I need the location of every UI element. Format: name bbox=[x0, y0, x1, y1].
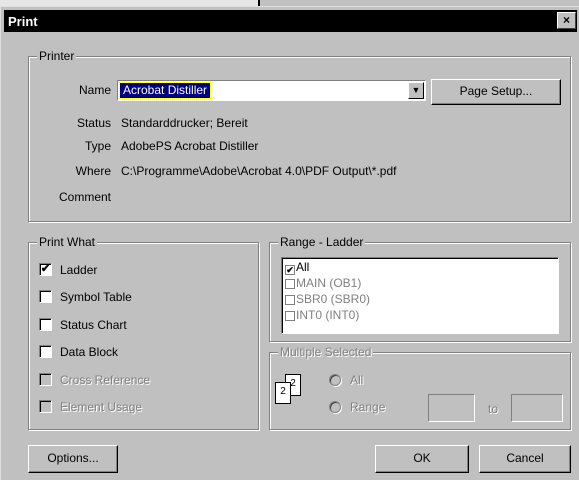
symbol-table-checkbox[interactable] bbox=[39, 290, 52, 303]
ok-button[interactable]: OK bbox=[375, 445, 469, 473]
list-item-label: SBR0 (SBR0) bbox=[296, 292, 371, 306]
range-to-field bbox=[511, 394, 563, 422]
check-icon: ✔ bbox=[285, 265, 295, 275]
status-label: Status bbox=[76, 116, 111, 130]
close-button[interactable]: × bbox=[557, 12, 576, 29]
symbol-table-label[interactable]: Symbol Table bbox=[60, 290, 132, 304]
dropdown-button[interactable]: ▼ bbox=[408, 82, 424, 99]
ladder-checkbox[interactable]: ✔ bbox=[39, 263, 52, 276]
multiple-selected-legend: Multiple Selected bbox=[278, 345, 374, 359]
element-usage-label: Element Usage bbox=[60, 400, 143, 414]
printer-name-value: Acrobat Distiller bbox=[118, 82, 212, 99]
cross-reference-checkbox bbox=[39, 373, 52, 386]
options-label: Options... bbox=[47, 451, 99, 465]
type-label: Type bbox=[84, 139, 111, 153]
range-radio bbox=[329, 401, 341, 413]
checkbox-icon bbox=[285, 295, 295, 305]
where-value: C:\Programme\Adobe\Acrobat 4.0\PDF Outpu… bbox=[121, 164, 397, 178]
options-button[interactable]: Options... bbox=[28, 445, 118, 473]
where-label: Where bbox=[75, 164, 111, 178]
close-icon: × bbox=[562, 13, 570, 27]
list-item-label: MAIN (OB1) bbox=[296, 276, 362, 290]
printer-legend: Printer bbox=[37, 49, 77, 63]
range-radio-label: Range bbox=[350, 400, 386, 414]
page-setup-label: Page Setup... bbox=[459, 84, 533, 98]
page-setup-button[interactable]: Page Setup... bbox=[431, 79, 561, 105]
printer-name-select[interactable]: Acrobat Distiller ▼ bbox=[117, 80, 426, 101]
element-usage-checkbox bbox=[39, 400, 52, 413]
list-item[interactable]: ✔ All bbox=[285, 260, 310, 275]
list-item[interactable]: SBR0 (SBR0) bbox=[285, 292, 370, 306]
checkbox-icon bbox=[285, 311, 295, 321]
range-ladder-list[interactable]: ✔ All MAIN (OB1) SBR0 (SBR0) INT0 (INT0) bbox=[281, 257, 559, 334]
name-label: Name bbox=[78, 83, 111, 97]
to-label: to bbox=[488, 402, 499, 416]
print-dialog: Print × Printer Name Acrobat Distiller ▼… bbox=[0, 6, 579, 480]
ok-label: OK bbox=[413, 451, 431, 465]
comment-label: Comment bbox=[58, 190, 111, 204]
list-item[interactable]: INT0 (INT0) bbox=[285, 308, 359, 322]
cancel-button[interactable]: Cancel bbox=[479, 445, 571, 473]
data-block-checkbox[interactable] bbox=[39, 345, 52, 358]
checkbox-icon bbox=[285, 279, 295, 289]
list-item-label: INT0 (INT0) bbox=[296, 308, 360, 322]
status-chart-label[interactable]: Status Chart bbox=[60, 318, 127, 332]
range-from-field bbox=[428, 394, 475, 422]
all-radio-label: All bbox=[350, 373, 364, 387]
status-chart-checkbox[interactable] bbox=[39, 318, 52, 331]
list-item[interactable]: MAIN (OB1) bbox=[285, 276, 361, 290]
data-block-label[interactable]: Data Block bbox=[60, 345, 118, 359]
title-bar[interactable]: Print × bbox=[4, 10, 577, 32]
type-value: AdobePS Acrobat Distiller bbox=[121, 139, 259, 153]
pages-icon: 2 2 bbox=[275, 374, 305, 406]
dialog-title: Print bbox=[8, 14, 38, 29]
list-item-label: All bbox=[296, 260, 310, 274]
status-value: Standarddrucker; Bereit bbox=[121, 116, 248, 130]
ladder-label[interactable]: Ladder bbox=[60, 263, 97, 277]
range-ladder-legend: Range - Ladder bbox=[278, 235, 366, 249]
page-front-icon: 2 bbox=[275, 382, 291, 404]
all-radio bbox=[329, 374, 341, 386]
check-icon: ✔ bbox=[40, 263, 51, 275]
print-what-legend: Print What bbox=[37, 235, 98, 249]
chevron-down-icon: ▼ bbox=[411, 85, 421, 95]
cross-reference-label: Cross Reference bbox=[60, 373, 151, 387]
cancel-label: Cancel bbox=[506, 451, 544, 465]
